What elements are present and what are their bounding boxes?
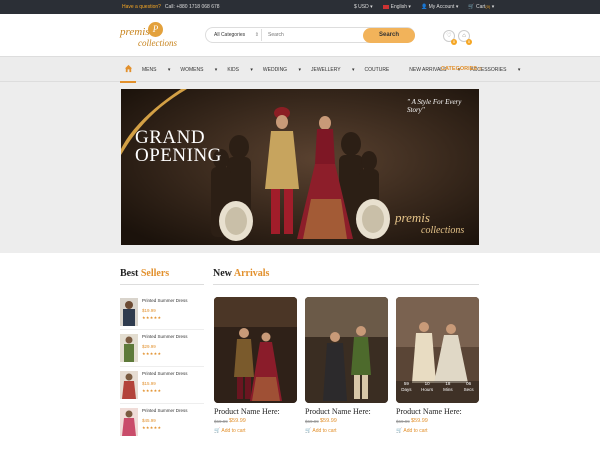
nav-item-mens[interactable]: MENS ▾ bbox=[142, 67, 170, 73]
rating-stars: ★★★★★ bbox=[142, 425, 162, 430]
banner-logo-sub: collections bbox=[421, 225, 465, 236]
new-arrivals-divider bbox=[213, 284, 479, 285]
product-image[interactable] bbox=[214, 297, 297, 403]
list-divider bbox=[120, 403, 204, 404]
language-selector[interactable]: English ▾ bbox=[382, 4, 411, 10]
hero-banner[interactable]: GRAND OPENING " A Style For Every Story"… bbox=[121, 89, 479, 245]
chevron-updown-icon: ⇕ bbox=[254, 32, 259, 38]
product-name[interactable]: Printed Summer Dress bbox=[142, 371, 188, 376]
product-thumbnail bbox=[120, 334, 138, 362]
countdown-mins: 18 Mins bbox=[443, 381, 453, 392]
wishlist-count: 0 bbox=[451, 39, 457, 45]
rating-stars: ★★★★★ bbox=[142, 388, 162, 393]
new-arrivals-title: New Arrivals bbox=[213, 268, 270, 279]
phone-number[interactable]: Call: +880 1718 068 678 bbox=[165, 4, 220, 10]
active-indicator bbox=[120, 81, 136, 83]
add-to-cart-button[interactable]: 🛒 Add to cart bbox=[396, 428, 428, 434]
add-to-cart-button[interactable]: 🛒 Add to cart bbox=[214, 428, 246, 434]
list-item[interactable]: Printed Summer Dress $45.99 ★★★★★ bbox=[120, 408, 204, 438]
list-divider bbox=[120, 366, 204, 367]
product-price: $45.99 bbox=[142, 418, 156, 423]
best-sellers-divider bbox=[120, 284, 204, 285]
bag-count: 0 bbox=[466, 39, 472, 45]
list-item[interactable]: Printed Summer Dress $29.99 ★★★★★ bbox=[120, 334, 204, 364]
cart-count: (0) bbox=[485, 4, 491, 9]
countdown-hours: 10 Hours bbox=[421, 381, 434, 392]
product-name[interactable]: Printed Summer Dress bbox=[142, 408, 188, 413]
product-price: $19.99 bbox=[142, 308, 156, 313]
uk-flag-icon bbox=[382, 4, 389, 9]
rating-stars: ★★★★★ bbox=[142, 351, 162, 356]
countdown-days: 59 Days bbox=[401, 381, 412, 392]
product-name[interactable]: Product Name Here: bbox=[396, 407, 462, 416]
product-thumbnail bbox=[120, 371, 138, 399]
cart-icon: 🛒 bbox=[468, 4, 476, 10]
nav-item-couture[interactable]: COUTURE bbox=[365, 67, 400, 73]
cart-icon: 🛒 bbox=[214, 428, 221, 434]
main-nav: MENS ▾ WOMENS ▾ KIDS ▾ WEDDING ▾ JEWELLE… bbox=[0, 56, 600, 83]
list-item[interactable]: Printed Summer Dress $15.99 ★★★★★ bbox=[120, 371, 204, 401]
top-bar: Have a question? Call: +880 1718 068 678… bbox=[0, 0, 600, 14]
nav-item-wedding[interactable]: WEDDING ▾ bbox=[263, 67, 301, 73]
logo-text-sub: collections bbox=[138, 38, 177, 48]
product-thumbnail bbox=[120, 298, 138, 326]
product-image[interactable] bbox=[305, 297, 388, 403]
list-divider bbox=[120, 329, 204, 330]
countdown-timer: 59 Days 10 Hours 18 Mins 06 Secs bbox=[396, 381, 479, 393]
product-name[interactable]: Printed Summer Dress bbox=[142, 298, 188, 303]
logo-monogram: P bbox=[148, 22, 163, 37]
currency-selector[interactable]: $ USD ▾ bbox=[354, 4, 373, 10]
cart-icon: 🛒 bbox=[305, 428, 312, 434]
categories-menu[interactable]: CATEGORIES ≡ bbox=[441, 66, 482, 72]
product-thumbnail bbox=[120, 408, 138, 436]
search-button[interactable]: Search bbox=[363, 28, 415, 43]
search-input[interactable] bbox=[264, 29, 360, 41]
product-name[interactable]: Product Name Here: bbox=[305, 407, 371, 416]
site-logo[interactable]: premis P collections bbox=[120, 20, 182, 50]
product-name[interactable]: Product Name Here: bbox=[214, 407, 280, 416]
sale-price: $59.99 bbox=[411, 418, 428, 424]
product-price: $15.99 bbox=[142, 381, 156, 386]
sale-price: $59.99 bbox=[320, 418, 337, 424]
old-price: $69.99 bbox=[396, 419, 410, 424]
rating-stars: ★★★★★ bbox=[142, 315, 162, 320]
user-icon: 👤 bbox=[420, 4, 429, 10]
list-item[interactable]: Printed Summer Dress $19.99 ★★★★★ bbox=[120, 298, 204, 328]
menu-icon: ≡ bbox=[478, 66, 482, 72]
banner-logo-main: premis bbox=[395, 210, 430, 225]
cart-link[interactable]: 🛒 Cart(0) ▾ bbox=[468, 4, 494, 10]
account-menu[interactable]: 👤 My Account ▾ bbox=[421, 4, 458, 10]
banner-tagline: " A Style For Every Story" bbox=[407, 98, 462, 114]
best-sellers-title: Best Sellers bbox=[120, 268, 170, 279]
header: premis P collections All Categories ⇕ Se… bbox=[0, 14, 600, 56]
cart-icon: 🛒 bbox=[396, 428, 403, 434]
countdown-secs: 06 Secs bbox=[463, 381, 474, 392]
old-price: $69.99 bbox=[214, 419, 228, 424]
nav-item-jewellery[interactable]: JEWELLERY ▾ bbox=[311, 67, 355, 73]
sale-price: $59.99 bbox=[229, 418, 246, 424]
old-price: $69.99 bbox=[305, 419, 319, 424]
question-label: Have a question? bbox=[122, 4, 161, 10]
add-to-cart-button[interactable]: 🛒 Add to cart bbox=[305, 428, 337, 434]
banner-headline: GRAND OPENING bbox=[135, 127, 222, 166]
nav-item-womens[interactable]: WOMENS ▾ bbox=[180, 67, 217, 73]
product-name[interactable]: Printed Summer Dress bbox=[142, 334, 188, 339]
category-select[interactable]: All Categories ⇕ bbox=[208, 29, 262, 41]
product-price: $29.99 bbox=[142, 344, 156, 349]
nav-item-kids[interactable]: KIDS ▾ bbox=[227, 67, 253, 73]
home-icon[interactable] bbox=[124, 64, 133, 73]
logo-text-main: premis bbox=[120, 26, 150, 38]
